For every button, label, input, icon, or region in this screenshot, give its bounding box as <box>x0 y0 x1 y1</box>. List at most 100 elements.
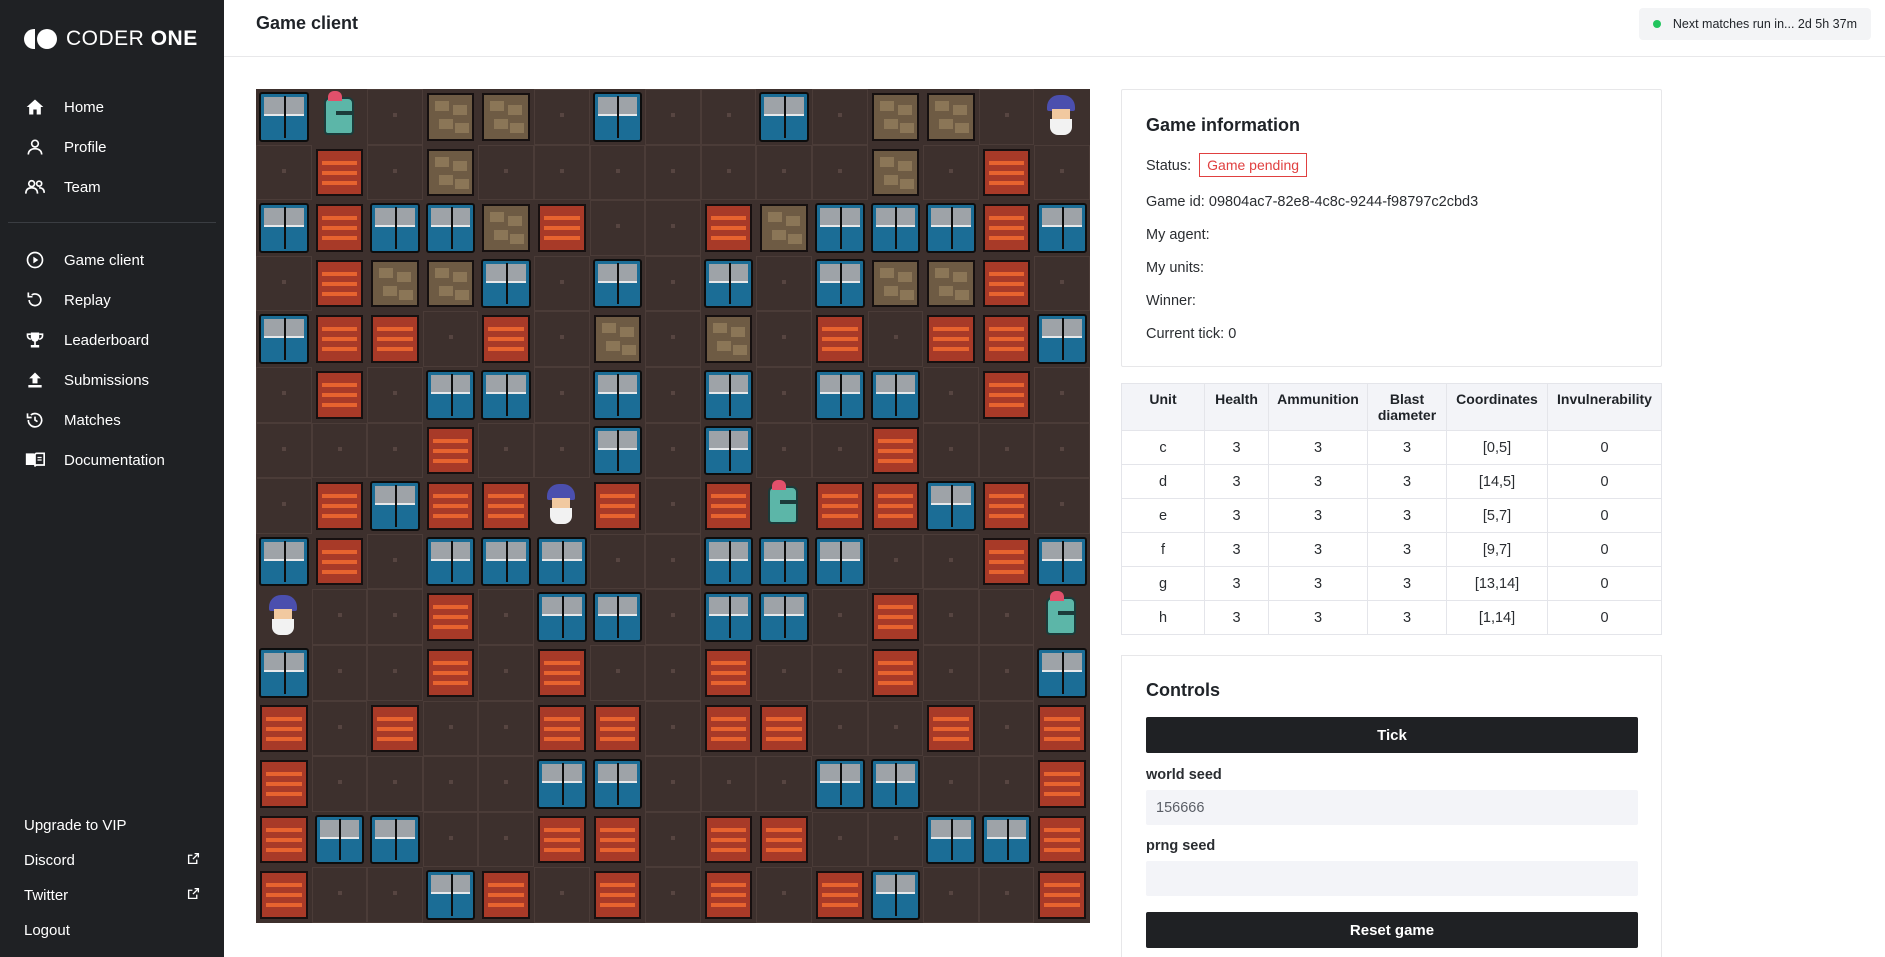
floor-tile <box>645 89 701 145</box>
external-link-icon <box>187 852 200 869</box>
wood-crate <box>700 200 757 256</box>
game-board[interactable] <box>256 89 1090 923</box>
wood-crate <box>1034 811 1090 868</box>
nav-item-team[interactable]: Team <box>0 167 224 207</box>
floor-tile <box>534 311 590 367</box>
floor-tile <box>367 367 423 423</box>
column-header: Invulnerability <box>1547 382 1662 432</box>
nav-label: Home <box>64 98 105 116</box>
wizard-unit-icon <box>256 589 312 645</box>
prng-seed-input[interactable] <box>1146 861 1638 896</box>
table-cell: e <box>1121 498 1205 534</box>
nav-item-profile[interactable]: Profile <box>0 127 224 167</box>
ore-block <box>589 311 646 367</box>
nav-item-matches[interactable]: Matches <box>0 400 224 440</box>
bottom-nav: Upgrade to VIP Discord Twitter Logout <box>0 808 224 948</box>
table-cell: 3 <box>1204 566 1269 602</box>
floor-tile <box>478 645 534 701</box>
wood-crate <box>756 811 812 868</box>
current-tick-row: Current tick: 0 <box>1146 326 1236 342</box>
wood-crate <box>311 311 368 367</box>
discord-link[interactable]: Discord <box>0 843 224 878</box>
table-cell: 3 <box>1204 464 1269 500</box>
metal-crate <box>756 589 812 645</box>
floor-tile <box>867 311 924 367</box>
world-seed-input[interactable] <box>1146 790 1638 825</box>
upgrade-vip-link[interactable]: Upgrade to VIP <box>0 808 224 843</box>
table-cell: 3 <box>1204 498 1269 534</box>
wood-crate <box>422 422 479 479</box>
nav-item-documentation[interactable]: Documentation <box>0 440 224 480</box>
column-header: Health <box>1204 382 1269 432</box>
metal-crate <box>812 756 868 812</box>
table-cell: 3 <box>1204 532 1269 568</box>
floor-tile <box>367 589 423 645</box>
nav-item-home[interactable]: Home <box>0 87 224 127</box>
wood-crate <box>589 478 646 534</box>
wood-crate <box>256 756 312 812</box>
metal-crate <box>867 867 924 923</box>
metal-crate <box>812 533 868 590</box>
wood-crate <box>867 589 924 645</box>
floor-tile <box>1034 144 1090 201</box>
primary-nav: Home Profile Team <box>0 87 224 207</box>
nav-item-submissions[interactable]: Submissions <box>0 360 224 400</box>
next-matches-text: Next matches run in... 2d 5h 37m <box>1672 17 1857 31</box>
metal-crate <box>256 311 312 367</box>
table-cell: [0,5] <box>1446 430 1548 466</box>
wizard-unit-icon <box>534 478 590 534</box>
floor-tile <box>812 645 868 701</box>
knight-unit-icon <box>1034 589 1090 645</box>
logout-label: Logout <box>24 922 70 939</box>
floor-tile <box>534 867 590 923</box>
my-units-label: My units: <box>1146 260 1205 276</box>
wood-crate <box>867 422 924 479</box>
column-header: Unit <box>1121 382 1205 432</box>
wood-crate <box>478 311 534 367</box>
floor-tile <box>367 89 423 145</box>
column-header: Ammunition <box>1268 382 1368 432</box>
coder-one-logo[interactable]: CODER ONE <box>24 27 198 51</box>
table-cell: 3 <box>1268 600 1368 636</box>
floor-tile <box>256 422 312 479</box>
nav-item-replay[interactable]: Replay <box>0 280 224 320</box>
table-row: c 3 3 3 [0,5] 0 <box>1121 430 1662 466</box>
metal-crate <box>589 89 646 145</box>
metal-crate <box>867 367 924 423</box>
floor-tile <box>311 589 368 645</box>
metal-crate <box>256 200 312 256</box>
metal-crate <box>534 756 590 812</box>
table-cell: 0 <box>1547 600 1662 636</box>
reset-game-button[interactable]: Reset game <box>1146 912 1638 948</box>
twitter-label: Twitter <box>24 887 69 904</box>
wood-crate <box>478 478 534 534</box>
table-cell: 3 <box>1268 464 1368 500</box>
nav-item-game-client[interactable]: Game client <box>0 240 224 280</box>
twitter-link[interactable]: Twitter <box>0 878 224 913</box>
wood-crate <box>422 478 479 534</box>
floor-tile <box>867 811 924 868</box>
ore-block <box>923 89 979 145</box>
floor-tile <box>367 144 423 201</box>
table-cell: d <box>1121 464 1205 500</box>
wizard-unit-icon <box>1034 89 1090 145</box>
floor-tile <box>978 645 1035 701</box>
my-units-row: My units: <box>1146 260 1204 276</box>
wood-crate <box>534 700 590 757</box>
tick-button[interactable]: Tick <box>1146 717 1638 753</box>
floor-tile <box>534 89 590 145</box>
wood-crate <box>923 311 979 367</box>
table-cell: [9,7] <box>1446 532 1548 568</box>
floor-tile <box>645 700 701 757</box>
logout-link[interactable]: Logout <box>0 913 224 948</box>
floor-tile <box>645 478 701 534</box>
floor-tile <box>923 533 979 590</box>
controls-title: Controls <box>1146 680 1220 700</box>
nav-item-leaderboard[interactable]: Leaderboard <box>0 320 224 360</box>
floor-tile <box>1034 255 1090 312</box>
current-tick-value: 0 <box>1228 326 1237 342</box>
metal-crate <box>256 645 312 701</box>
floor-tile <box>700 144 757 201</box>
table-cell: 3 <box>1204 430 1269 466</box>
metal-crate <box>923 200 979 256</box>
